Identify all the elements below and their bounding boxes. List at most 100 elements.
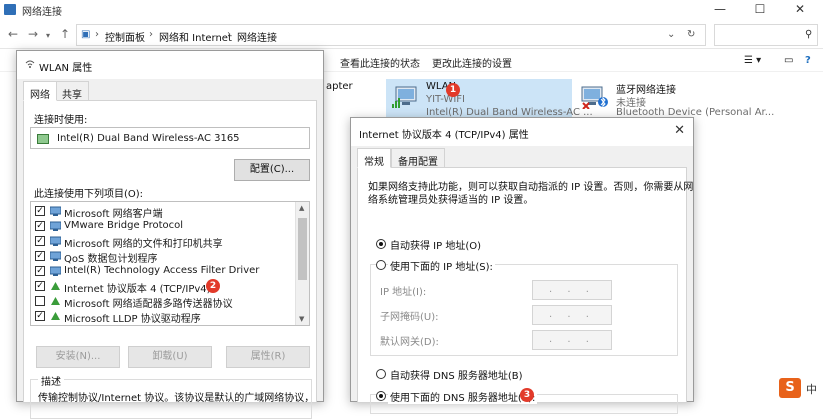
search-icon: ⚲ [805, 29, 813, 40]
list-item-label: VMware Bridge Protocol [64, 220, 184, 231]
list-item[interactable]: ✓ Microsoft LLDP 协议驱动程序 [31, 309, 295, 325]
navigation-bar: ← → ▾ ↑ ▣ › 控制面板 › 网络和 Internet › 网络连接 ⌄… [0, 21, 823, 49]
auto-dns-label[interactable]: 自动获得 DNS 服务器地址(B) [390, 367, 523, 382]
checkbox[interactable]: ✓ [35, 206, 45, 216]
tab-sharing[interactable]: 共享 [55, 81, 89, 101]
component-list: ✓ Microsoft 网络客户端 ✓ VMware Bridge Protoc… [30, 201, 310, 326]
uninstall-button[interactable]: 卸载(U) [128, 346, 212, 368]
step-badge-1: 1 [446, 83, 460, 97]
breadcrumb-separator-icon: › [227, 29, 231, 40]
wlan-dialog-titlebar: WLAN 属性 [17, 51, 323, 79]
checkbox[interactable]: ✓ [35, 266, 45, 276]
network-service-icon [50, 251, 61, 261]
list-item-label: Intel(R) Technology Access Filter Driver [64, 265, 260, 276]
dropdown-chevron-icon[interactable]: ⌄ [667, 29, 675, 40]
checkbox[interactable]: ✓ [35, 281, 45, 291]
description-text: 传输控制协议/Internet 协议。该协议是默认的广域网络协议， [38, 393, 315, 404]
list-item[interactable]: ✓ QoS 数据包计划程序 [31, 249, 295, 265]
forward-arrow-icon[interactable]: → [28, 28, 38, 40]
auto-ip-label[interactable]: 自动获得 IP 地址(O) [390, 237, 481, 252]
ipv4-tabs: 常规 备用配置 [351, 148, 693, 168]
checkbox[interactable]: ✓ [35, 296, 45, 306]
adapter-field: Intel(R) Dual Band Wireless-AC 3165 [30, 127, 310, 149]
ip-address-input[interactable]: . . . [532, 280, 612, 300]
up-arrow-icon[interactable]: ↑ [60, 28, 70, 40]
manual-ip-radio[interactable] [376, 260, 386, 270]
tab-alternate-config[interactable]: 备用配置 [391, 148, 445, 168]
tab-general[interactable]: 常规 [357, 148, 391, 168]
tab-network[interactable]: 网络 [23, 81, 57, 101]
list-item-label: Microsoft 网络的文件和打印机共享 [64, 239, 223, 250]
auto-ip-radio[interactable] [376, 239, 386, 249]
list-item[interactable]: ✓ Microsoft 网络客户端 [31, 204, 295, 220]
adapter-field-text: Intel(R) Dual Band Wireless-AC 3165 [57, 133, 240, 144]
input-method-language[interactable]: 中 [806, 381, 817, 397]
maximize-button[interactable]: ☐ [740, 2, 780, 18]
ipv4-dialog-titlebar: Internet 协议版本 4 (TCP/IPv4) 属性 ✕ [351, 118, 693, 146]
close-icon[interactable]: ✕ [674, 123, 685, 138]
subnet-mask-label: 子网掩码(U): [380, 312, 439, 323]
manual-ip-label[interactable]: 使用下面的 IP 地址(S): [388, 258, 495, 273]
ip-address-label: IP 地址(I): [380, 287, 427, 298]
minimize-button[interactable]: — [700, 2, 740, 18]
help-icon[interactable]: ? [805, 55, 811, 66]
configure-button[interactable]: 配置(C)... [234, 159, 310, 181]
scroll-thumb[interactable] [298, 218, 307, 280]
breadcrumb-control-panel[interactable]: 控制面板 [105, 29, 145, 44]
list-item-label: Microsoft 网络客户端 [64, 209, 163, 220]
protocol-triangle-icon [51, 312, 60, 320]
list-item[interactable]: ✓ Intel(R) Technology Access Filter Driv… [31, 264, 295, 279]
change-settings-command[interactable]: 更改此连接的设置 [432, 55, 512, 70]
close-window-button[interactable]: ✕ [780, 2, 820, 18]
checkbox[interactable]: ✓ [35, 236, 45, 246]
wlan-tabs: 网络 共享 [17, 81, 323, 101]
list-scrollbar[interactable]: ▲ ▼ [295, 202, 309, 325]
connect-using-label: 连接时使用: [34, 115, 88, 126]
list-item-label: Microsoft LLDP 协议驱动程序 [64, 314, 201, 325]
properties-button[interactable]: 属性(R) [226, 346, 310, 368]
search-input[interactable]: ⚲ [714, 24, 818, 46]
checkbox[interactable]: ✓ [35, 221, 45, 231]
breadcrumb-network-internet[interactable]: 网络和 Internet [159, 29, 232, 44]
network-client-icon [50, 206, 61, 216]
recent-chevron-icon[interactable]: ▾ [46, 30, 50, 42]
network-protocol-icon [50, 221, 61, 231]
input-method-logo-icon[interactable]: S [779, 378, 801, 398]
wifi-adapter-icon [392, 86, 417, 108]
scroll-down-icon[interactable]: ▼ [299, 315, 304, 323]
install-button[interactable]: 安装(N)... [36, 346, 120, 368]
breadcrumb-network-connections[interactable]: 网络连接 [237, 29, 277, 44]
manual-dns-label[interactable]: 使用下面的 DNS 服务器地址(E): [388, 389, 538, 404]
view-status-command[interactable]: 查看此连接的状态 [340, 55, 420, 70]
back-arrow-icon[interactable]: ← [8, 28, 18, 40]
ipv4-dialog-title: Internet 协议版本 4 (TCP/IPv4) 属性 [359, 130, 529, 141]
network-protocol-icon [50, 266, 61, 276]
layout-icon[interactable]: ▭ [784, 55, 793, 66]
breadcrumb-separator-icon: › [149, 29, 153, 40]
ipv4-properties-dialog: Internet 协议版本 4 (TCP/IPv4) 属性 ✕ 常规 备用配置 … [350, 117, 694, 414]
intro-text-line-2: 络系统管理员处获得适当的 IP 设置。 [368, 195, 534, 206]
refresh-icon[interactable]: ↻ [687, 29, 695, 40]
checkbox[interactable]: ✓ [35, 251, 45, 261]
list-item-label: Microsoft 网络适配器多路传送器协议 [64, 299, 233, 310]
wifi-signal-icon [25, 60, 35, 68]
protocol-triangle-icon [51, 297, 60, 305]
list-item[interactable]: ✓ Microsoft 网络适配器多路传送器协议 [31, 294, 295, 310]
description-label: 描述 [38, 373, 64, 388]
address-bar[interactable]: ▣ › 控制面板 › 网络和 Internet › 网络连接 ⌄ ↻ [76, 24, 706, 46]
adapter-wlan-status: YIT-WIFI [426, 94, 465, 105]
list-item[interactable]: ✓ Internet 协议版本 4 (TCP/IPv4) [31, 279, 295, 295]
list-item[interactable]: ✓ Microsoft 网络的文件和打印机共享 [31, 234, 295, 250]
wlan-properties-dialog: WLAN 属性 网络 共享 连接时使用: Intel(R) Dual Band … [16, 50, 324, 419]
checkbox[interactable]: ✓ [35, 311, 45, 321]
ipv4-general-panel: 如果网络支持此功能，则可以获取自动指派的 IP 设置。否则，你需要从网 络系统管… [357, 167, 693, 414]
network-card-icon [37, 134, 49, 144]
view-options-icon[interactable]: ☰ ▾ [744, 55, 761, 66]
auto-dns-radio[interactable] [376, 369, 386, 379]
scroll-up-icon[interactable]: ▲ [299, 204, 304, 212]
bluetooth-adapter-icon [581, 86, 608, 109]
network-folder-icon [4, 4, 16, 15]
default-gateway-input[interactable]: . . . [532, 330, 612, 350]
subnet-mask-input[interactable]: . . . [532, 305, 612, 325]
list-item[interactable]: ✓ VMware Bridge Protocol [31, 219, 295, 234]
